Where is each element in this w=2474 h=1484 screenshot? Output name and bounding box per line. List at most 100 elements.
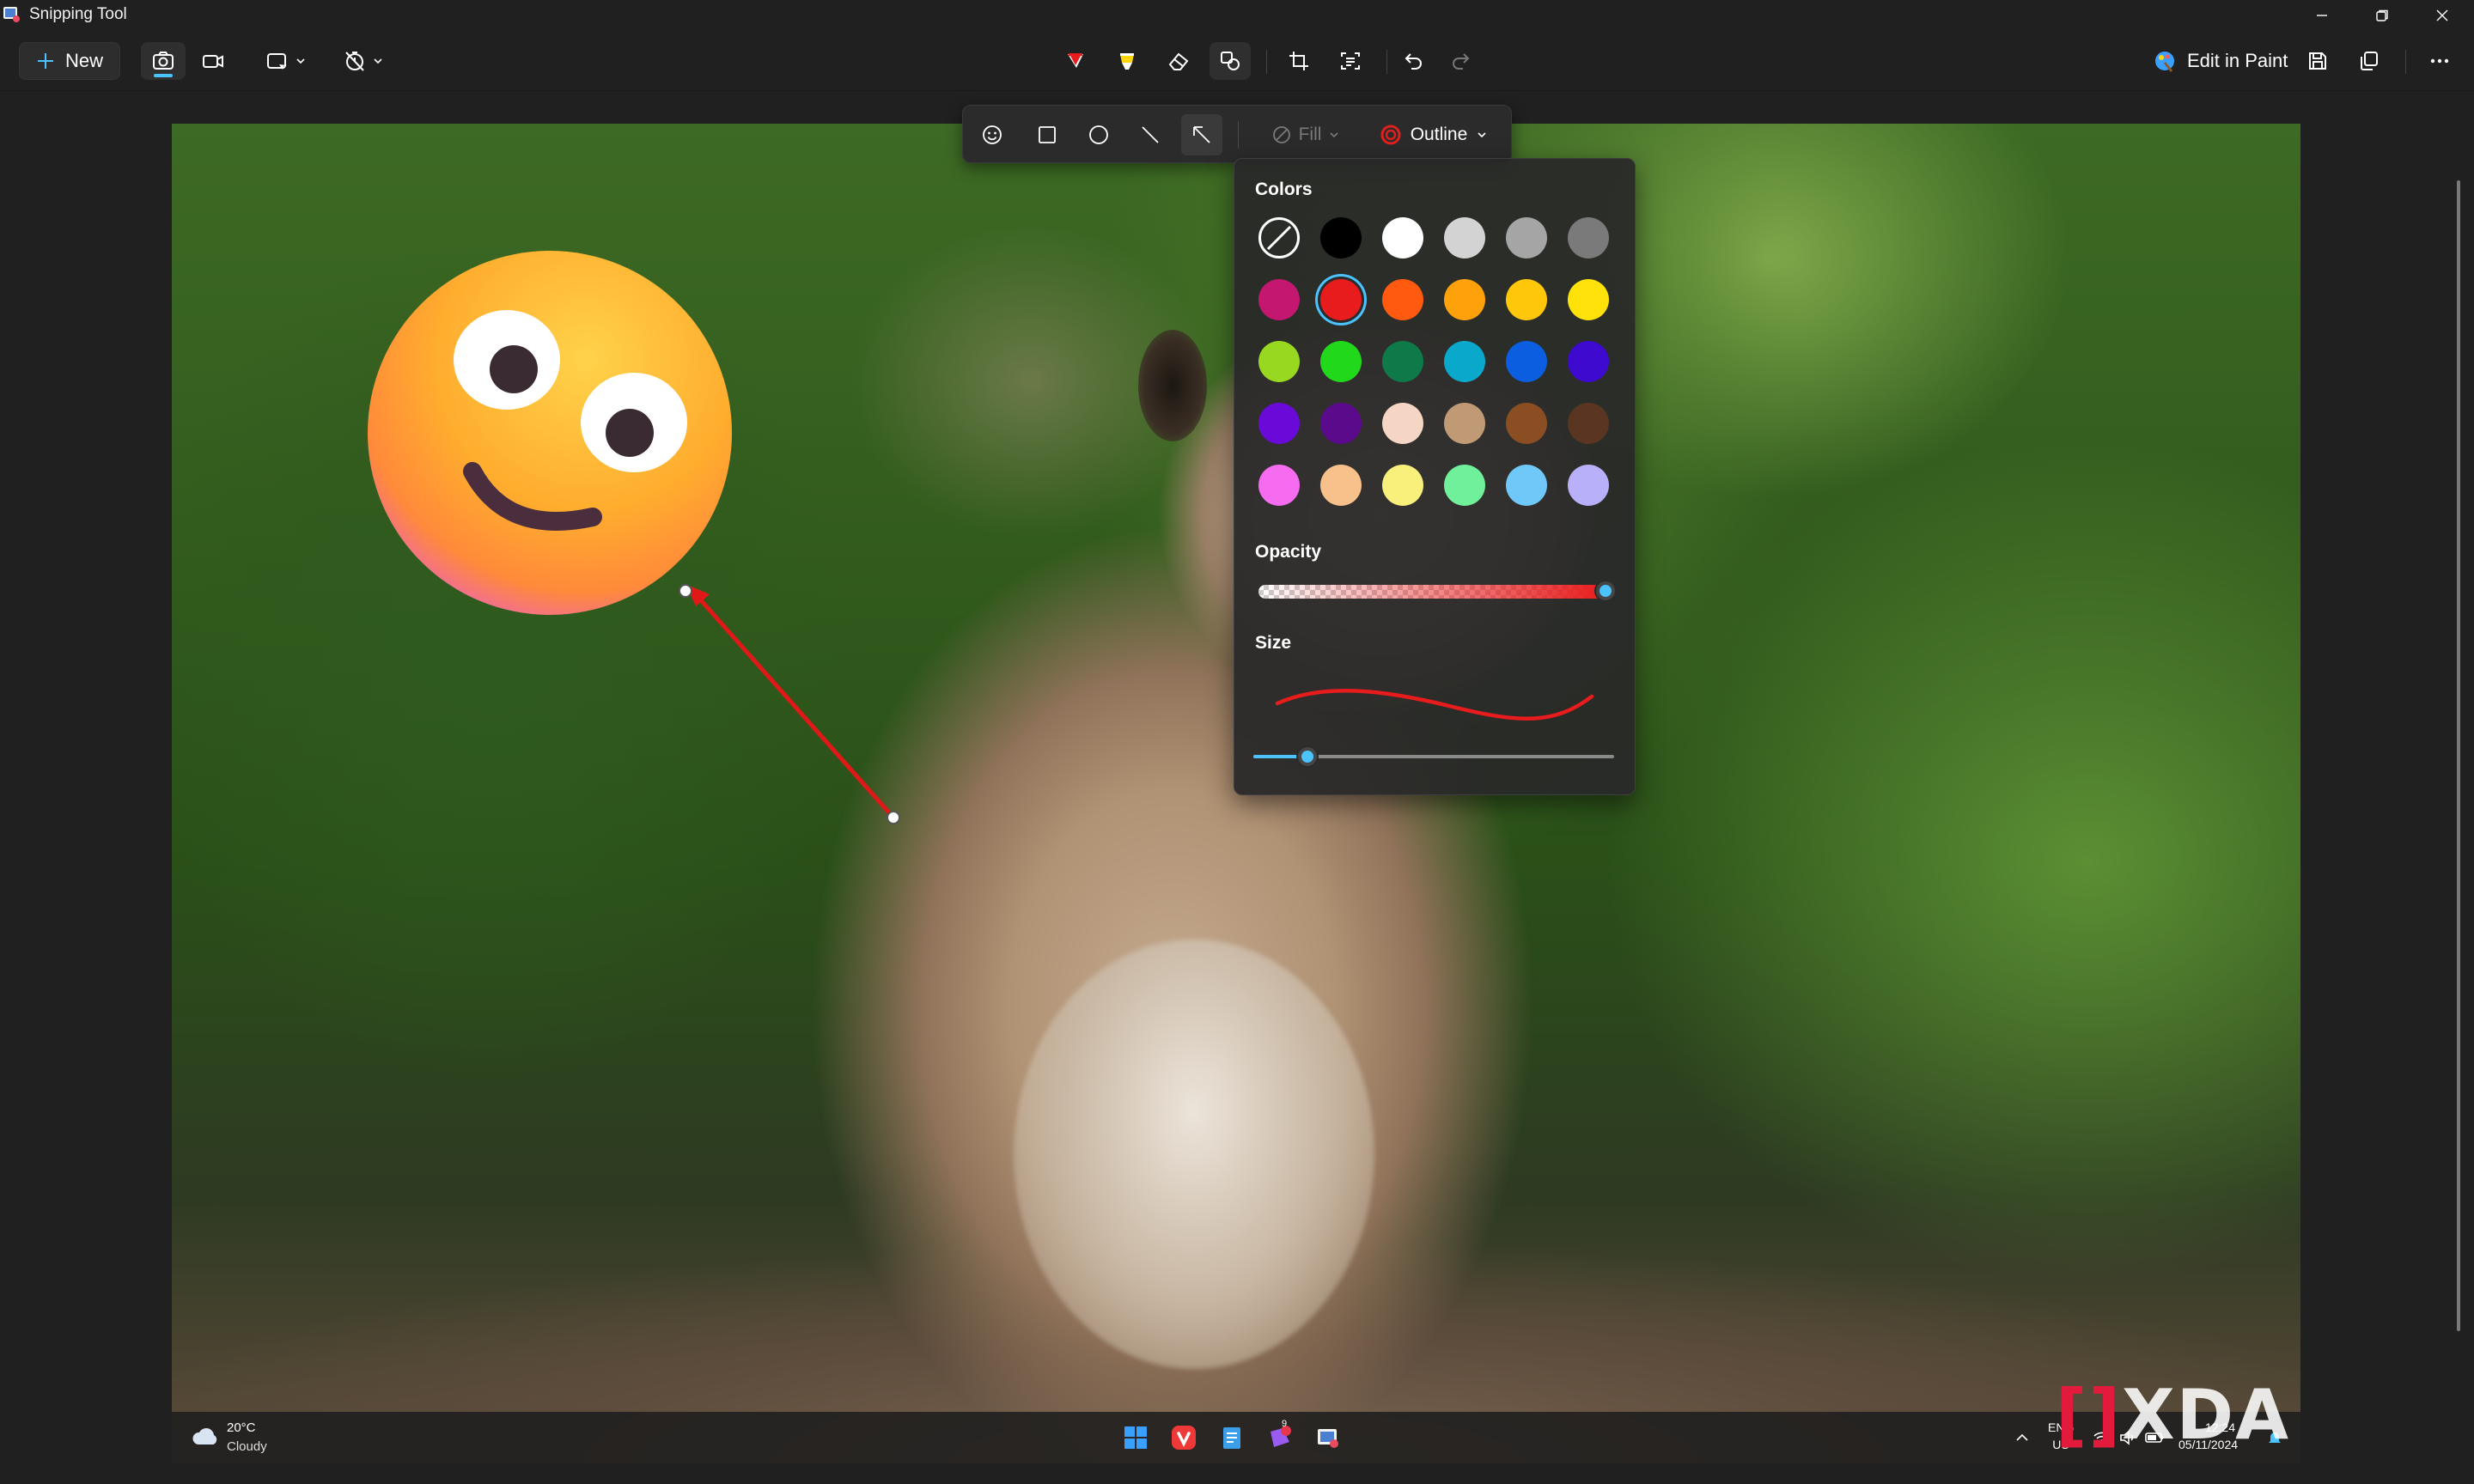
snip-shape-dropdown[interactable] [258, 42, 314, 80]
color-swatch[interactable] [1568, 341, 1609, 382]
snipping-tool-app-icon [3, 7, 20, 22]
vivaldi-taskbar-button [1168, 1422, 1199, 1453]
line-icon [1142, 126, 1159, 143]
text-actions-button[interactable] [1330, 42, 1371, 80]
color-swatch[interactable] [1506, 217, 1547, 258]
restore-icon [2376, 9, 2388, 21]
snipping-tool-window: Snipping Tool New Edit in Paint 20°C Clo… [0, 0, 2474, 1484]
color-swatch[interactable] [1506, 341, 1547, 382]
video-mode-button[interactable] [191, 42, 235, 80]
chevron-down-icon [1478, 132, 1486, 138]
close-icon [2436, 9, 2448, 21]
toolbar-divider [2405, 50, 2406, 74]
ellipse-shape-button[interactable] [1078, 114, 1119, 155]
more-options-button[interactable] [2419, 42, 2460, 80]
minimize-button[interactable] [2292, 0, 2352, 31]
color-swatch[interactable] [1568, 279, 1609, 320]
color-swatch[interactable] [1506, 279, 1547, 320]
color-swatch[interactable] [1258, 465, 1300, 506]
outline-dropdown-button[interactable]: Outline [1368, 114, 1499, 155]
stroke-size-preview [1275, 689, 1594, 721]
color-swatch[interactable] [1506, 465, 1547, 506]
ballpoint-pen-button[interactable] [1055, 42, 1096, 80]
snipping-tool-icon [1318, 1429, 1338, 1448]
color-swatch[interactable] [1382, 465, 1423, 506]
color-swatch[interactable] [1444, 341, 1485, 382]
highlighter-icon [1120, 53, 1134, 70]
notepad-taskbar-button [1216, 1422, 1247, 1453]
size-slider-thumb[interactable] [1296, 745, 1319, 768]
vertical-scrollbar[interactable] [2457, 180, 2460, 1331]
screenshot-mode-button[interactable] [141, 42, 186, 80]
new-snip-button[interactable]: New [19, 42, 120, 80]
crop-button[interactable] [1278, 42, 1319, 80]
color-swatch[interactable] [1382, 403, 1423, 444]
undo-icon [1405, 53, 1422, 70]
fill-dropdown-button[interactable]: Fill [1255, 114, 1356, 155]
crop-icon [1289, 52, 1308, 70]
minimize-icon [2317, 15, 2327, 16]
color-swatch[interactable] [1320, 341, 1362, 382]
copy-button[interactable] [2349, 42, 2390, 80]
delay-dropdown[interactable] [335, 42, 392, 80]
weather-temperature: 20°C [227, 1420, 256, 1435]
colors-heading: Colors [1255, 179, 1313, 199]
xda-watermark: []XDA [2055, 1375, 2290, 1455]
save-icon [2309, 52, 2326, 70]
color-swatch[interactable] [1444, 403, 1485, 444]
teams-taskbar-button: 9 [1264, 1419, 1295, 1453]
toolbar-divider [1266, 50, 1267, 74]
chevron-down-icon [296, 58, 305, 64]
undo-button[interactable] [1393, 42, 1435, 80]
color-swatch[interactable] [1320, 279, 1362, 320]
color-swatch[interactable] [1444, 465, 1485, 506]
color-swatch[interactable] [1320, 217, 1362, 258]
highlighter-button[interactable] [1106, 42, 1148, 80]
color-swatch[interactable] [1568, 217, 1609, 258]
color-swatch[interactable] [1320, 465, 1362, 506]
arrow-shape-button[interactable] [1181, 114, 1222, 155]
color-swatch[interactable] [1258, 279, 1300, 320]
shapes-button[interactable] [1210, 42, 1251, 80]
save-button[interactable] [2297, 42, 2338, 80]
color-swatch[interactable] [1382, 341, 1423, 382]
title-bar: Snipping Tool [0, 0, 2474, 31]
eraser-button[interactable] [1158, 42, 1199, 80]
color-swatch[interactable] [1382, 279, 1423, 320]
emoji-shape-button[interactable] [972, 114, 1013, 155]
opacity-slider-track[interactable] [1258, 585, 1606, 599]
color-swatch[interactable] [1382, 217, 1423, 258]
color-swatch[interactable] [1258, 341, 1300, 382]
plus-icon [37, 53, 53, 69]
snipping-tool-taskbar-button [1313, 1422, 1344, 1453]
rectangle-shape-button[interactable] [1027, 114, 1068, 155]
shape-toolbar-divider [1238, 121, 1239, 149]
main-toolbar: New Edit in Paint [0, 31, 2474, 91]
opacity-slider-thumb[interactable] [1594, 580, 1617, 602]
color-swatch[interactable] [1568, 465, 1609, 506]
rectangle-icon [1039, 126, 1056, 143]
color-swatch[interactable] [1506, 403, 1547, 444]
chevron-down-icon [1330, 132, 1338, 138]
chevron-up-icon [2016, 1433, 2028, 1441]
color-swatch[interactable] [1444, 217, 1485, 258]
no-color-swatch[interactable] [1258, 217, 1300, 258]
rectangle-snip-icon [267, 53, 287, 70]
color-swatch[interactable] [1320, 403, 1362, 444]
ellipse-icon [1089, 125, 1108, 144]
cloud-icon [192, 1428, 217, 1444]
color-swatch[interactable] [1444, 279, 1485, 320]
restore-button[interactable] [2352, 0, 2412, 31]
emoji-sticker[interactable] [361, 244, 739, 622]
outline-label: Outline [1410, 125, 1468, 144]
redo-button[interactable] [1440, 42, 1481, 80]
edit-in-paint-button[interactable]: Edit in Paint [2144, 42, 2296, 80]
toolbar-divider [1386, 50, 1387, 74]
line-shape-button[interactable] [1130, 114, 1171, 155]
color-swatch[interactable] [1568, 403, 1609, 444]
screenshot-icon [153, 52, 174, 70]
redo-icon [1453, 53, 1470, 70]
new-button-label: New [64, 50, 103, 71]
color-swatch[interactable] [1258, 403, 1300, 444]
close-button[interactable] [2412, 0, 2472, 31]
